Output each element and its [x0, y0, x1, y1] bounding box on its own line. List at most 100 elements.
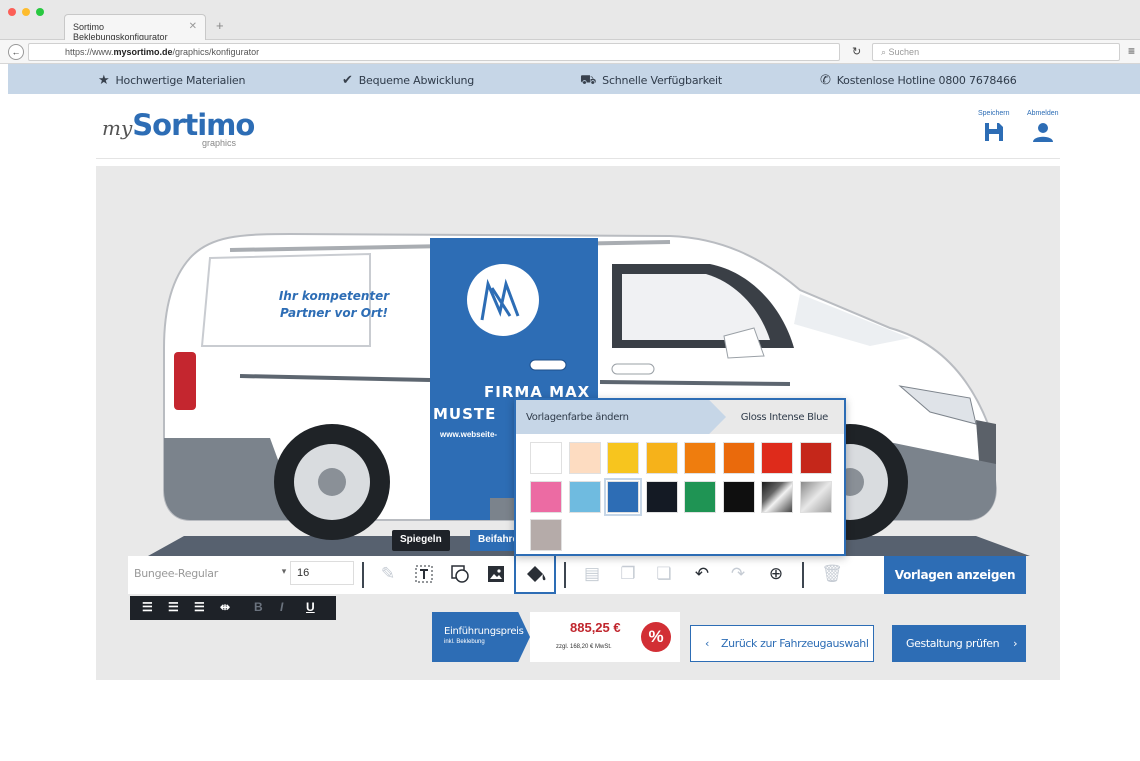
color-swatch[interactable]: [799, 480, 832, 513]
font-size-input[interactable]: 16: [290, 561, 354, 585]
benefit-availability: ⛟ Schnelle Verfügbarkeit: [580, 73, 722, 90]
bring-forward-icon[interactable]: ❐: [616, 562, 640, 586]
fill-color-tab[interactable]: [514, 554, 556, 594]
letter-spacing-icon[interactable]: ⇹: [220, 600, 230, 614]
save-label: Speichern: [978, 110, 1010, 117]
popup-header: Vorlagenfarbe ändern Gloss Intense Blue: [516, 400, 844, 434]
close-tab-icon[interactable]: ✕: [189, 21, 197, 32]
star-icon: ★: [98, 73, 110, 88]
browser-urlbar: ← https://www.mysortimo.de/graphics/konf…: [0, 40, 1140, 64]
chevron-left-icon: ‹: [705, 637, 709, 650]
current-color-name: Gloss Intense Blue: [740, 412, 829, 423]
search-placeholder: Suchen: [888, 47, 920, 57]
mirror-button[interactable]: Spiegeln: [392, 530, 450, 551]
italic-icon[interactable]: I: [280, 600, 283, 614]
color-swatch[interactable]: [604, 477, 642, 516]
pencil-icon[interactable]: ✎: [376, 562, 400, 586]
window-close-button[interactable]: [8, 8, 16, 16]
color-swatch[interactable]: [530, 480, 562, 513]
color-swatch[interactable]: [530, 519, 562, 551]
window-maximize-button[interactable]: [36, 8, 44, 16]
logout-label: Abmelden: [1027, 110, 1059, 117]
popup-title: Vorlagenfarbe ändern: [526, 412, 629, 423]
window-minimize-button[interactable]: [22, 8, 30, 16]
align-center-icon[interactable]: ☰: [168, 600, 179, 614]
logo-subtitle: graphics: [202, 138, 237, 148]
toolbar-divider: [802, 562, 804, 588]
color-swatch[interactable]: [722, 442, 755, 474]
chevron-right-icon: ›: [1013, 637, 1018, 650]
trash-icon[interactable]: 🗑: [820, 562, 844, 586]
logo-brand: Sortimo: [132, 108, 255, 142]
header-divider: [96, 158, 1060, 159]
back-button-label: Zurück zur Fahrzeugauswahl: [721, 637, 869, 650]
save-button[interactable]: Speichern: [978, 110, 1010, 143]
font-family-select[interactable]: Bungee-Regular ▾: [128, 561, 288, 585]
bold-icon[interactable]: B: [254, 600, 263, 614]
van-website-text[interactable]: www.webseite-: [440, 430, 497, 439]
toolbar-divider: [564, 562, 566, 588]
text-tool-icon[interactable]: [412, 562, 436, 586]
toolbar-divider: [362, 562, 364, 588]
benefit-label: Bequeme Abwicklung: [358, 74, 475, 87]
hamburger-menu-icon[interactable]: ≡: [1128, 44, 1135, 58]
color-swatch[interactable]: [761, 480, 793, 513]
text-format-bar: ☰ ☰ ☰ ⇹ B I U: [130, 596, 336, 620]
tab-title: Sortimo Beklebungskonfigurator: [73, 22, 168, 42]
search-input[interactable]: ⌕ Suchen: [872, 43, 1120, 61]
zoom-in-icon[interactable]: ⊕: [764, 562, 788, 586]
color-swatch[interactable]: [568, 480, 601, 513]
browser-tab[interactable]: Sortimo Beklebungskonfigurator ✕: [64, 14, 206, 42]
color-swatch[interactable]: [761, 442, 793, 474]
check-button-label: Gestaltung prüfen: [906, 637, 1000, 650]
shape-tool-icon[interactable]: [448, 562, 472, 586]
chevron-down-icon: ▾: [281, 567, 287, 577]
van-slogan-text[interactable]: Ihr kompetenter Partner vor Ort!: [264, 288, 404, 322]
send-backward-icon[interactable]: ❏: [652, 562, 676, 586]
passenger-side-button[interactable]: Beifahrer: [470, 530, 514, 551]
intro-price-label: Einführungspreis inkl. Beklebung: [432, 612, 530, 662]
align-left-icon[interactable]: ☰: [142, 600, 153, 614]
floppy-disk-icon: [984, 123, 1003, 141]
color-swatch[interactable]: [530, 442, 562, 474]
color-swatch[interactable]: [684, 480, 716, 513]
van-company-line2[interactable]: MUSTE: [433, 405, 496, 423]
underline-icon[interactable]: U: [306, 600, 315, 614]
color-swatch[interactable]: [722, 480, 755, 513]
color-swatch[interactable]: [645, 480, 678, 513]
price-vat: zzgl. 168,20 € MwSt.: [556, 644, 612, 650]
color-swatch[interactable]: [684, 442, 716, 474]
back-button[interactable]: ←: [8, 44, 24, 60]
reload-icon[interactable]: ↻: [852, 45, 861, 58]
align-top-icon[interactable]: ▤: [580, 562, 604, 586]
undo-icon[interactable]: ↶: [690, 562, 714, 586]
font-family-value: Bungee-Regular: [134, 567, 218, 580]
url-domain: mysortimo.de: [113, 47, 173, 57]
check-design-button[interactable]: Gestaltung prüfen ›: [892, 625, 1026, 662]
browser-tabbar: Sortimo Beklebungskonfigurator ✕ +: [0, 0, 1140, 42]
url-prefix: https://www.: [65, 47, 114, 57]
user-icon: [1032, 123, 1053, 142]
benefit-materials: ★ Hochwertige Materialien: [98, 73, 245, 88]
back-to-vehicle-button[interactable]: ‹ Zurück zur Fahrzeugauswahl: [690, 625, 874, 662]
price-value: 885,25 €: [570, 620, 621, 635]
color-swatch[interactable]: [568, 442, 601, 474]
image-tool-icon[interactable]: [484, 562, 508, 586]
logout-button[interactable]: Abmelden: [1027, 110, 1059, 143]
price-sublabel-text: inkl. Beklebung: [444, 639, 485, 645]
new-tab-button[interactable]: +: [216, 18, 224, 33]
truck-icon: ⛟: [580, 73, 597, 88]
align-right-icon[interactable]: ☰: [194, 600, 205, 614]
checkmark-icon: ✔: [342, 73, 353, 88]
color-swatch[interactable]: [645, 442, 678, 474]
mysortimo-logo[interactable]: mySortimo graphics: [102, 108, 255, 148]
benefit-label: Kostenlose Hotline 0800 7678466: [836, 74, 1017, 87]
show-templates-button[interactable]: Vorlagen anzeigen: [884, 556, 1026, 594]
color-swatch[interactable]: [607, 442, 639, 474]
template-color-popup: Vorlagenfarbe ändern Gloss Intense Blue: [514, 398, 846, 556]
color-swatch[interactable]: [799, 442, 832, 474]
phone-icon: ✆: [820, 73, 831, 88]
redo-icon[interactable]: ↷: [726, 562, 750, 586]
address-field[interactable]: https://www.mysortimo.de/graphics/konfig…: [28, 43, 840, 61]
discount-badge: %: [641, 622, 671, 652]
